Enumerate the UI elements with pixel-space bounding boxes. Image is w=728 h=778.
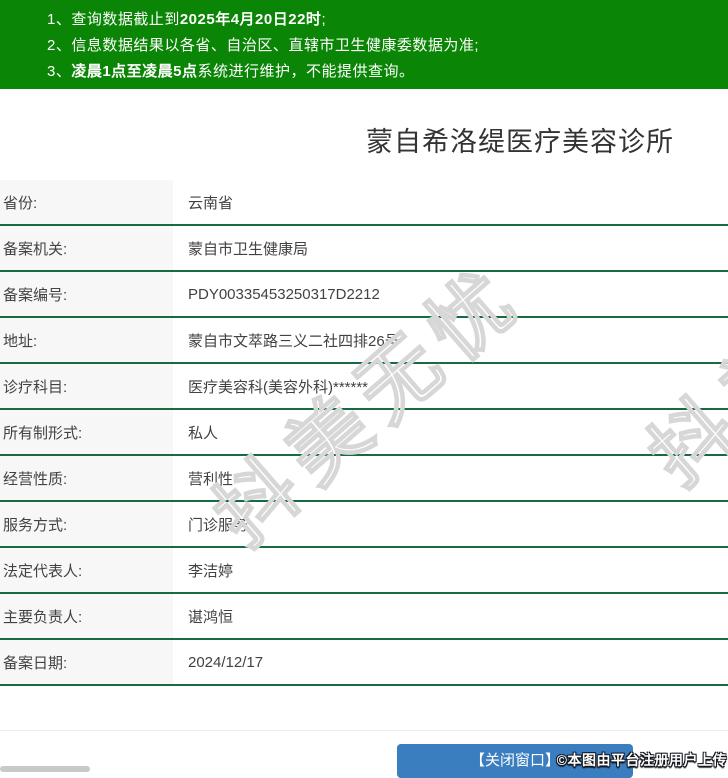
notice-3-bold: 凌晨1点至凌晨5点 [71,63,198,80]
table-row-filing-authority: 备案机关: 蒙自市卫生健康局 [0,226,728,272]
row-label: 地址: [0,318,173,362]
footer-divider [0,730,728,731]
row-label: 服务方式: [0,502,173,546]
table-row-filing-number: 备案编号: PDY00335453250317D2212 [0,272,728,318]
row-label: 所有制形式: [0,410,173,454]
row-label: 备案日期: [0,640,173,684]
row-value: 门诊服务 [173,502,728,546]
notice-banner: 1、查询数据截止到2025年4月20日22时; 2、信息数据结果以各省、自治区、… [0,0,728,89]
row-label: 经营性质: [0,456,173,500]
table-row-business-nature: 经营性质: 营利性 [0,456,728,502]
row-value: 医疗美容科(美容外科)****** [173,364,728,408]
notice-3-text: 3、 [47,63,72,80]
horizontal-scrollbar-thumb[interactable] [0,766,90,772]
row-value: 蒙自市文萃路三义二社四排26号 [173,318,728,362]
row-value: 私人 [173,410,728,454]
notice-1-bold: 2025年4月20日22时 [179,11,322,28]
row-label: 备案机关: [0,226,173,270]
table-row-departments: 诊疗科目: 医疗美容科(美容外科)****** [0,364,728,410]
row-label: 省份: [0,180,173,224]
notice-1-tail: ; [321,11,327,28]
table-row-ownership: 所有制形式: 私人 [0,410,728,456]
row-value: 云南省 [173,180,728,224]
row-value: 谌鸿恒 [173,594,728,638]
row-value: 蒙自市卫生健康局 [173,226,728,270]
registration-info-table: 省份: 云南省 备案机关: 蒙自市卫生健康局 备案编号: PDY00335453… [0,180,728,686]
table-row-province: 省份: 云南省 [0,180,728,226]
notice-line-1: 1、查询数据截止到2025年4月20日22时; [47,7,718,33]
notice-3-tail: 系统进行维护，不能提供查询。 [197,63,415,80]
notice-line-2: 2、信息数据结果以各省、自治区、直辖市卫生健康委数据为准; [47,33,718,59]
page-title: 蒙自希洛缇医疗美容诊所 [366,127,674,157]
notice-1-text: 1、查询数据截止到 [47,11,180,28]
row-label: 备案编号: [0,272,173,316]
table-row-address: 地址: 蒙自市文萃路三义二社四排26号 [0,318,728,364]
notice-2-text: 2、信息数据结果以各省、自治区、直辖市卫生健康委数据为准; [47,37,480,54]
notice-line-3: 3、凌晨1点至凌晨5点系统进行维护，不能提供查询。 [47,59,718,85]
row-value: PDY00335453250317D2212 [173,272,728,316]
row-label: 诊疗科目: [0,364,173,408]
row-label: 法定代表人: [0,548,173,592]
copyright-stamp: ©本图由平台注册用户上传 [556,752,727,768]
table-row-legal-representative: 法定代表人: 李洁婷 [0,548,728,594]
table-row-service-mode: 服务方式: 门诊服务 [0,502,728,548]
table-row-filing-date: 备案日期: 2024/12/17 [0,640,728,686]
row-label: 主要负责人: [0,594,173,638]
row-value: 营利性 [173,456,728,500]
row-value: 李洁婷 [173,548,728,592]
row-value: 2024/12/17 [173,640,728,684]
table-row-person-in-charge: 主要负责人: 谌鸿恒 [0,594,728,640]
